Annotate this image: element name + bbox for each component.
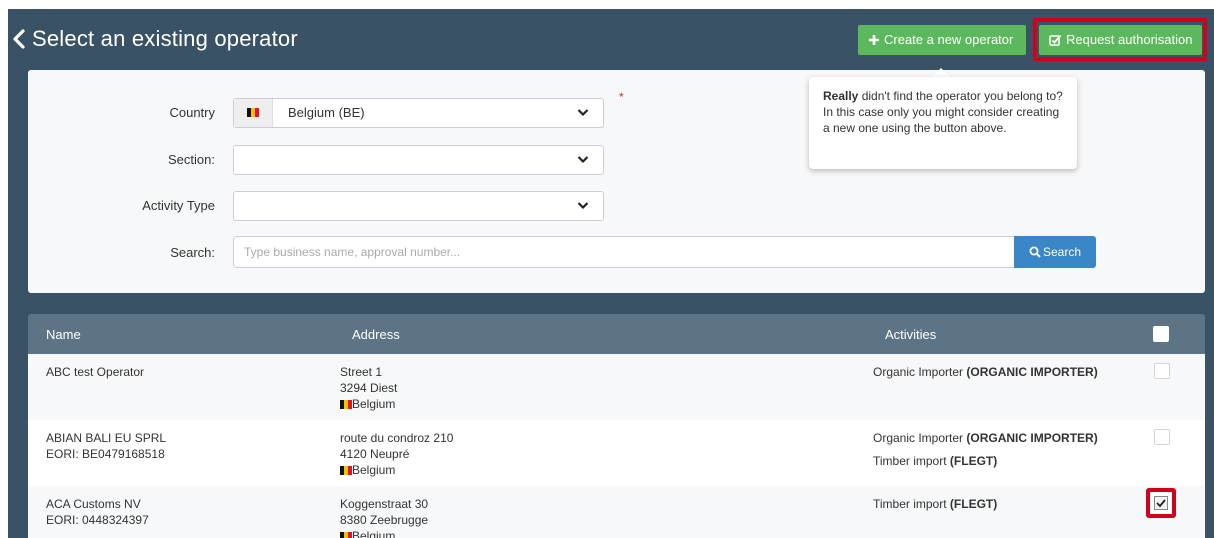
edit-check-icon: [1049, 34, 1062, 46]
tooltip-text: didn't find the operator you belong to? …: [823, 89, 1063, 135]
plus-icon: [869, 35, 879, 45]
belgium-flag-icon: [340, 400, 352, 409]
column-header-name: Name: [46, 327, 81, 342]
country-name: Belgium: [352, 397, 396, 411]
request-authorisation-label: Request authorisation: [1066, 32, 1193, 47]
address-street: Koggenstraat 30: [340, 497, 429, 511]
activity-line: Organic Importer (ORGANIC IMPORTER): [873, 364, 1098, 380]
back-chevron-icon[interactable]: [12, 29, 28, 49]
country-name: Belgium: [352, 463, 396, 477]
activity-line: Timber import (FLEGT): [873, 496, 997, 512]
activity-code: (FLEGT): [949, 454, 998, 468]
operator-name: ABC test Operator: [46, 365, 145, 379]
create-operator-button[interactable]: Create a new operator: [858, 25, 1026, 55]
chevron-down-icon: [577, 202, 589, 210]
activity-code: (ORGANIC IMPORTER): [966, 431, 1098, 445]
operator-name: ABIAN BALI EU SPRL: [46, 431, 167, 445]
address-city: 8380 Zeebrugge: [340, 513, 429, 527]
belgium-flag-icon: [247, 108, 259, 117]
address-street: Street 1: [340, 365, 383, 379]
activity-label: Timber import: [873, 454, 950, 468]
chevron-down-icon: [577, 156, 589, 164]
request-authorisation-button[interactable]: Request authorisation: [1039, 25, 1202, 55]
belgium-flag-icon: [340, 466, 352, 475]
table-row[interactable]: ABC test Operator Street 1 3294 Diest Be…: [28, 354, 1205, 420]
address-street: route du condroz 210: [340, 431, 454, 445]
activity-line: Organic Importer (ORGANIC IMPORTER): [873, 430, 1098, 446]
search-button[interactable]: Search: [1014, 236, 1096, 268]
address-cell: Street 1 3294 Diest Belgium: [340, 364, 397, 412]
select-all-checkbox[interactable]: [1153, 326, 1169, 342]
column-header-address: Address: [352, 327, 400, 342]
table-row[interactable]: ABIAN BALI EU SPRL EORI: BE0479168518 ro…: [28, 420, 1205, 486]
address-country: Belgium: [340, 528, 428, 538]
row-checkbox-checked[interactable]: [1146, 488, 1176, 518]
activity-type-select[interactable]: [233, 191, 604, 221]
operator-eori: EORI: 0448324397: [46, 513, 149, 527]
address-country: Belgium: [340, 396, 397, 412]
belgium-flag-icon: [340, 532, 352, 538]
search-label: Search:: [170, 245, 215, 260]
search-button-label: Search: [1042, 245, 1082, 259]
search-icon: [1029, 246, 1041, 258]
activity-type-label: Activity Type: [142, 198, 215, 213]
activity-label: Organic Importer: [873, 431, 967, 445]
row-checkbox[interactable]: [1154, 363, 1170, 379]
checkbox-box: [1154, 496, 1168, 510]
operator-name-cell: ABC test Operator: [46, 364, 144, 380]
search-input[interactable]: [233, 236, 1015, 268]
tooltip-arrow: [932, 68, 950, 77]
app-window: Select an existing operator Create a new…: [8, 9, 1214, 538]
operator-eori: EORI: BE0479168518: [46, 447, 165, 461]
country-select[interactable]: Belgium (BE): [233, 98, 604, 128]
chevron-down-icon: [577, 109, 589, 117]
section-label: Section:: [168, 152, 215, 167]
create-operator-label: Create a new operator: [884, 32, 1014, 47]
column-header-activities: Activities: [885, 327, 937, 342]
country-flag-cell: [234, 99, 273, 127]
page-title: Select an existing operator: [32, 26, 298, 51]
activity-label: Timber import: [873, 497, 950, 511]
address-city: 3294 Diest: [340, 381, 398, 395]
activity-line: Timber import (FLEGT): [873, 454, 997, 468]
page-header: Select an existing operator Create a new…: [8, 9, 1214, 69]
required-marker: *: [619, 90, 624, 104]
section-select[interactable]: [233, 145, 604, 175]
create-operator-tooltip: Really didn't find the operator you belo…: [809, 77, 1077, 169]
operator-name: ACA Customs NV: [46, 497, 141, 511]
row-checkbox[interactable]: [1154, 429, 1170, 445]
activity-label: Organic Importer: [873, 365, 967, 379]
operator-name-cell: ABIAN BALI EU SPRL EORI: BE0479168518: [46, 430, 166, 462]
address-country: Belgium: [340, 462, 453, 478]
activity-code: (FLEGT): [949, 497, 998, 511]
operator-name-cell: ACA Customs NV EORI: 0448324397: [46, 496, 149, 528]
table-row[interactable]: ACA Customs NV EORI: 0448324397 Koggenst…: [28, 486, 1205, 538]
address-cell: Koggenstraat 30 8380 Zeebrugge Belgium: [340, 496, 428, 538]
country-value: Belgium (BE): [288, 105, 365, 120]
activity-code: (ORGANIC IMPORTER): [966, 365, 1098, 379]
table-header: Name Address Activities: [28, 314, 1205, 354]
address-cell: route du condroz 210 4120 Neupré Belgium: [340, 430, 453, 478]
country-label: Country: [169, 105, 215, 120]
tooltip-bold-text: Really: [823, 89, 859, 103]
country-name: Belgium: [352, 529, 396, 538]
checkmark-icon: [1156, 499, 1166, 508]
address-city: 4120 Neupré: [340, 447, 410, 461]
